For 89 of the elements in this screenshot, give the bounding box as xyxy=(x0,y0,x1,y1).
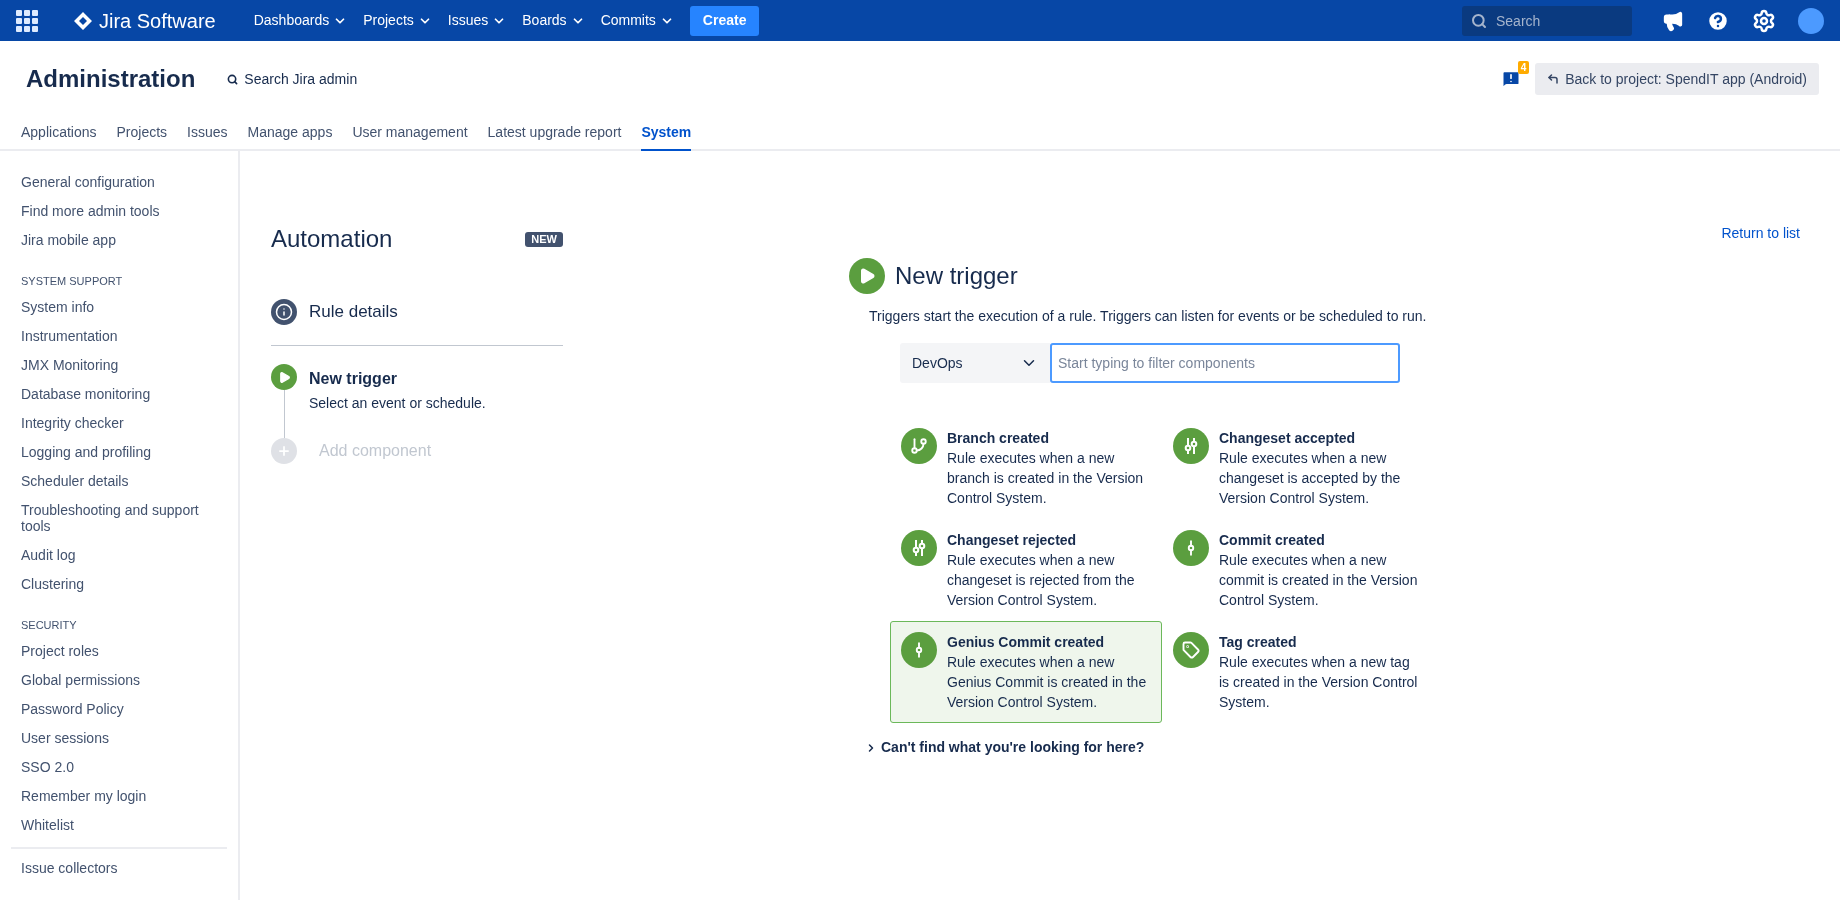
nav-menu[interactable]: Dashboards xyxy=(253,10,348,31)
sidebar-section-heading: SYSTEM SUPPORT xyxy=(21,274,124,289)
search-icon xyxy=(1471,12,1487,29)
sidebar-link[interactable]: General configuration xyxy=(21,167,217,196)
sidebar-link[interactable]: Issue collectors xyxy=(21,853,217,882)
sidebar-link[interactable]: Clustering xyxy=(21,569,217,598)
settings-icon[interactable] xyxy=(1752,8,1776,33)
trigger-description: Rule executes when a new branch is created in the Version Control System. xyxy=(947,449,1145,508)
page-title: Administration xyxy=(26,64,196,94)
nav-menu[interactable]: Projects xyxy=(363,10,432,31)
play-icon xyxy=(271,364,297,390)
trigger-description: Triggers start the execution of a rule. Triggers can listen for events or be scheduled to run. xyxy=(869,307,1428,326)
diamond-logo-icon xyxy=(74,11,92,30)
trigger-description: Rule executes when a new commit is created in the Version Control System. xyxy=(1219,551,1419,610)
trigger-description: Rule executes when a new Genius Commit is created in the Version Control System. xyxy=(947,653,1147,712)
trigger-name: Changeset accepted xyxy=(1219,429,1357,448)
trigger-option[interactable]: Genius Commit created Rule executes when a new Genius Commit is created in the Version Control System. xyxy=(890,621,1162,723)
megaphone-icon[interactable] xyxy=(1662,9,1684,32)
sidebar-link[interactable]: JMX Monitoring xyxy=(21,350,217,379)
play-icon xyxy=(849,258,885,294)
back-to-project-button[interactable]: Back to project: SpendIT app (Android) xyxy=(1535,63,1819,95)
avatar-icon[interactable] xyxy=(1798,7,1824,34)
sidebar-link[interactable]: Global permissions xyxy=(21,665,217,694)
info-icon xyxy=(271,299,297,325)
nav-menu[interactable]: Issues xyxy=(447,10,507,31)
trigger-option[interactable]: Commit created Rule executes when a new commit is created in the Version Control System. xyxy=(1162,519,1434,621)
new-badge: NEW xyxy=(525,231,563,247)
sidebar-link[interactable]: Audit log xyxy=(21,540,217,569)
nav-menu[interactable]: Commits xyxy=(600,10,674,31)
trigger-name: Tag created xyxy=(1219,633,1298,652)
create-button[interactable]: Create xyxy=(689,5,760,36)
admin-tab[interactable]: Applications xyxy=(21,122,97,151)
admin-tab[interactable]: Latest upgrade report xyxy=(487,122,622,151)
trigger-option[interactable]: Tag created Rule executes when a new tag is created in the Version Control System. xyxy=(1162,621,1434,723)
trigger-option[interactable]: Changeset rejected Rule executes when a new changeset is rejected from the Version Control System. xyxy=(890,519,1162,621)
admin-tab[interactable]: System xyxy=(641,122,692,151)
sidebar-link[interactable]: Remember my login xyxy=(21,781,217,810)
admin-tab[interactable]: Issues xyxy=(187,122,228,151)
automation-title: Automation xyxy=(271,224,393,254)
sidebar-section-heading: SECURITY xyxy=(21,618,78,633)
sidebar-link[interactable]: Whitelist xyxy=(21,810,217,839)
help-toggle[interactable]: Can't find what you're looking for here? xyxy=(865,737,1145,758)
search-field[interactable]: Search xyxy=(1462,5,1632,36)
sidebar-link[interactable]: Find more admin tools xyxy=(21,196,217,225)
changeset-icon xyxy=(1173,428,1209,464)
sidebar-link[interactable]: Project roles xyxy=(21,636,217,665)
admin-tab[interactable]: Projects xyxy=(116,122,168,151)
sidebar-link[interactable]: Jira mobile app xyxy=(21,225,217,254)
sidebar-link[interactable]: Instrumentation xyxy=(21,321,217,350)
changeset-icon xyxy=(901,530,937,566)
tag-icon xyxy=(1173,632,1209,668)
trigger-description: Rule executes when a new tag is created in the Version Control System. xyxy=(1219,653,1419,712)
search-icon xyxy=(227,73,239,85)
app-switcher-icon[interactable] xyxy=(16,9,38,32)
trigger-name: Changeset rejected xyxy=(947,531,1078,550)
sidebar-link[interactable]: Password Policy xyxy=(21,694,217,723)
sidebar-link[interactable]: Database monitoring xyxy=(21,379,217,408)
step-title[interactable]: Rule details xyxy=(309,299,398,325)
admin-tab[interactable]: Manage apps xyxy=(247,122,333,151)
step-title[interactable]: New trigger xyxy=(309,367,486,391)
trigger-name: Genius Commit created xyxy=(947,633,1106,652)
notification-count: 4 xyxy=(1517,61,1530,74)
sidebar-link[interactable]: User sessions xyxy=(21,723,217,752)
sidebar-link[interactable]: Integrity checker xyxy=(21,408,217,437)
search-admin-link[interactable]: Search Jira admin xyxy=(227,68,358,90)
trigger-option[interactable]: Changeset accepted Rule executes when a new changeset is accepted by the Version Control System. xyxy=(1162,417,1434,519)
commit-icon xyxy=(1173,530,1209,566)
sidebar-link[interactable]: Scheduler details xyxy=(21,466,217,495)
sidebar-link[interactable]: System info xyxy=(21,292,217,321)
feedback-icon[interactable] xyxy=(1501,69,1522,89)
step-subtitle: Select an event or schedule. xyxy=(309,394,486,413)
nav-menu[interactable]: Boards xyxy=(522,10,585,31)
sidebar-link[interactable]: Logging and profiling xyxy=(21,437,217,466)
branch-icon xyxy=(901,428,937,464)
category-dropdown[interactable]: DevOps xyxy=(900,343,1050,383)
trigger-description: Rule executes when a new changeset is accepted by the Version Control System. xyxy=(1219,449,1402,508)
sidebar-link[interactable]: Troubleshooting and support tools xyxy=(21,495,217,540)
trigger-name: Commit created xyxy=(1219,531,1326,550)
commit-icon xyxy=(901,632,937,668)
sidebar-link[interactable]: SSO 2.0 xyxy=(21,752,217,781)
return-to-list-link[interactable]: Return to list xyxy=(1721,223,1800,244)
trigger-description: Rule executes when a new changeset is rejected from the Version Control System. xyxy=(947,551,1136,610)
trigger-name: Branch created xyxy=(947,429,1050,448)
product-name[interactable]: Jira Software xyxy=(99,5,216,36)
trigger-option[interactable]: Branch created Rule executes when a new branch is created in the Version Control System. xyxy=(890,417,1162,519)
back-arrow-icon xyxy=(1547,73,1560,85)
filter-input[interactable]: Start typing to filter components xyxy=(1050,343,1400,383)
trigger-title: New trigger xyxy=(895,261,1018,291)
admin-tab[interactable]: User management xyxy=(352,122,468,151)
